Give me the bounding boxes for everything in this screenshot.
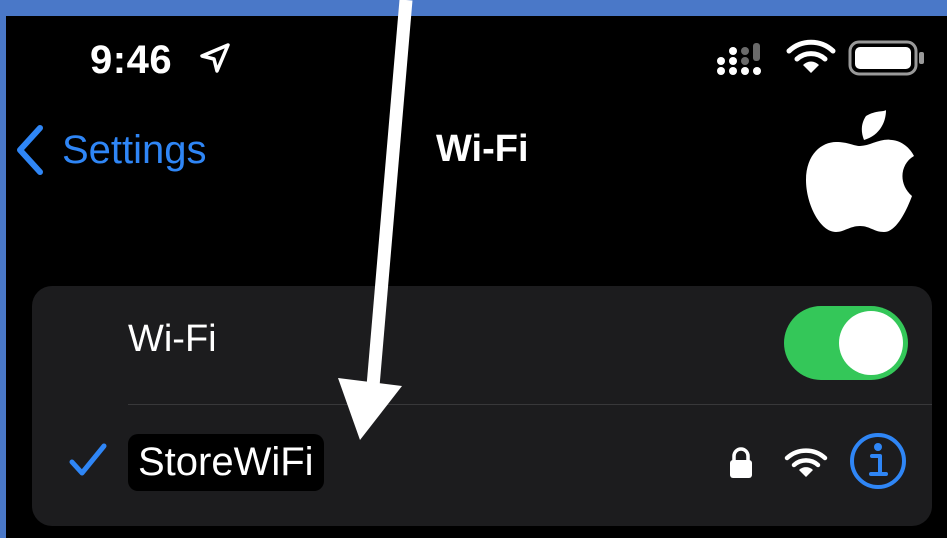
status-time: 9:46 bbox=[90, 38, 173, 82]
lock-icon bbox=[728, 446, 754, 485]
network-name[interactable]: StoreWiFi bbox=[128, 434, 324, 491]
toggle-knob bbox=[839, 311, 903, 375]
apple-logo-icon bbox=[806, 110, 914, 239]
back-button-label: Settings bbox=[62, 127, 207, 172]
wifi-signal-icon bbox=[784, 446, 828, 485]
battery-icon bbox=[848, 38, 928, 83]
wifi-toggle[interactable] bbox=[784, 306, 908, 380]
chevron-left-icon bbox=[17, 125, 43, 175]
location-arrow-icon bbox=[198, 41, 232, 80]
wifi-toggle-label: Wi-Fi bbox=[128, 318, 217, 360]
info-icon[interactable] bbox=[848, 431, 908, 496]
back-button[interactable]: Settings bbox=[14, 120, 207, 180]
phone-screen: 9:46 Settings Wi-Fi Wi-Fi StoreWiFi bbox=[6, 16, 947, 538]
cellular-signal-icon bbox=[716, 40, 768, 81]
page-title: Wi-Fi bbox=[436, 128, 529, 170]
wifi-settings-group: Wi-Fi StoreWiFi bbox=[32, 286, 932, 526]
checkmark-icon bbox=[68, 442, 108, 483]
wifi-icon bbox=[786, 38, 836, 81]
divider bbox=[128, 404, 932, 405]
